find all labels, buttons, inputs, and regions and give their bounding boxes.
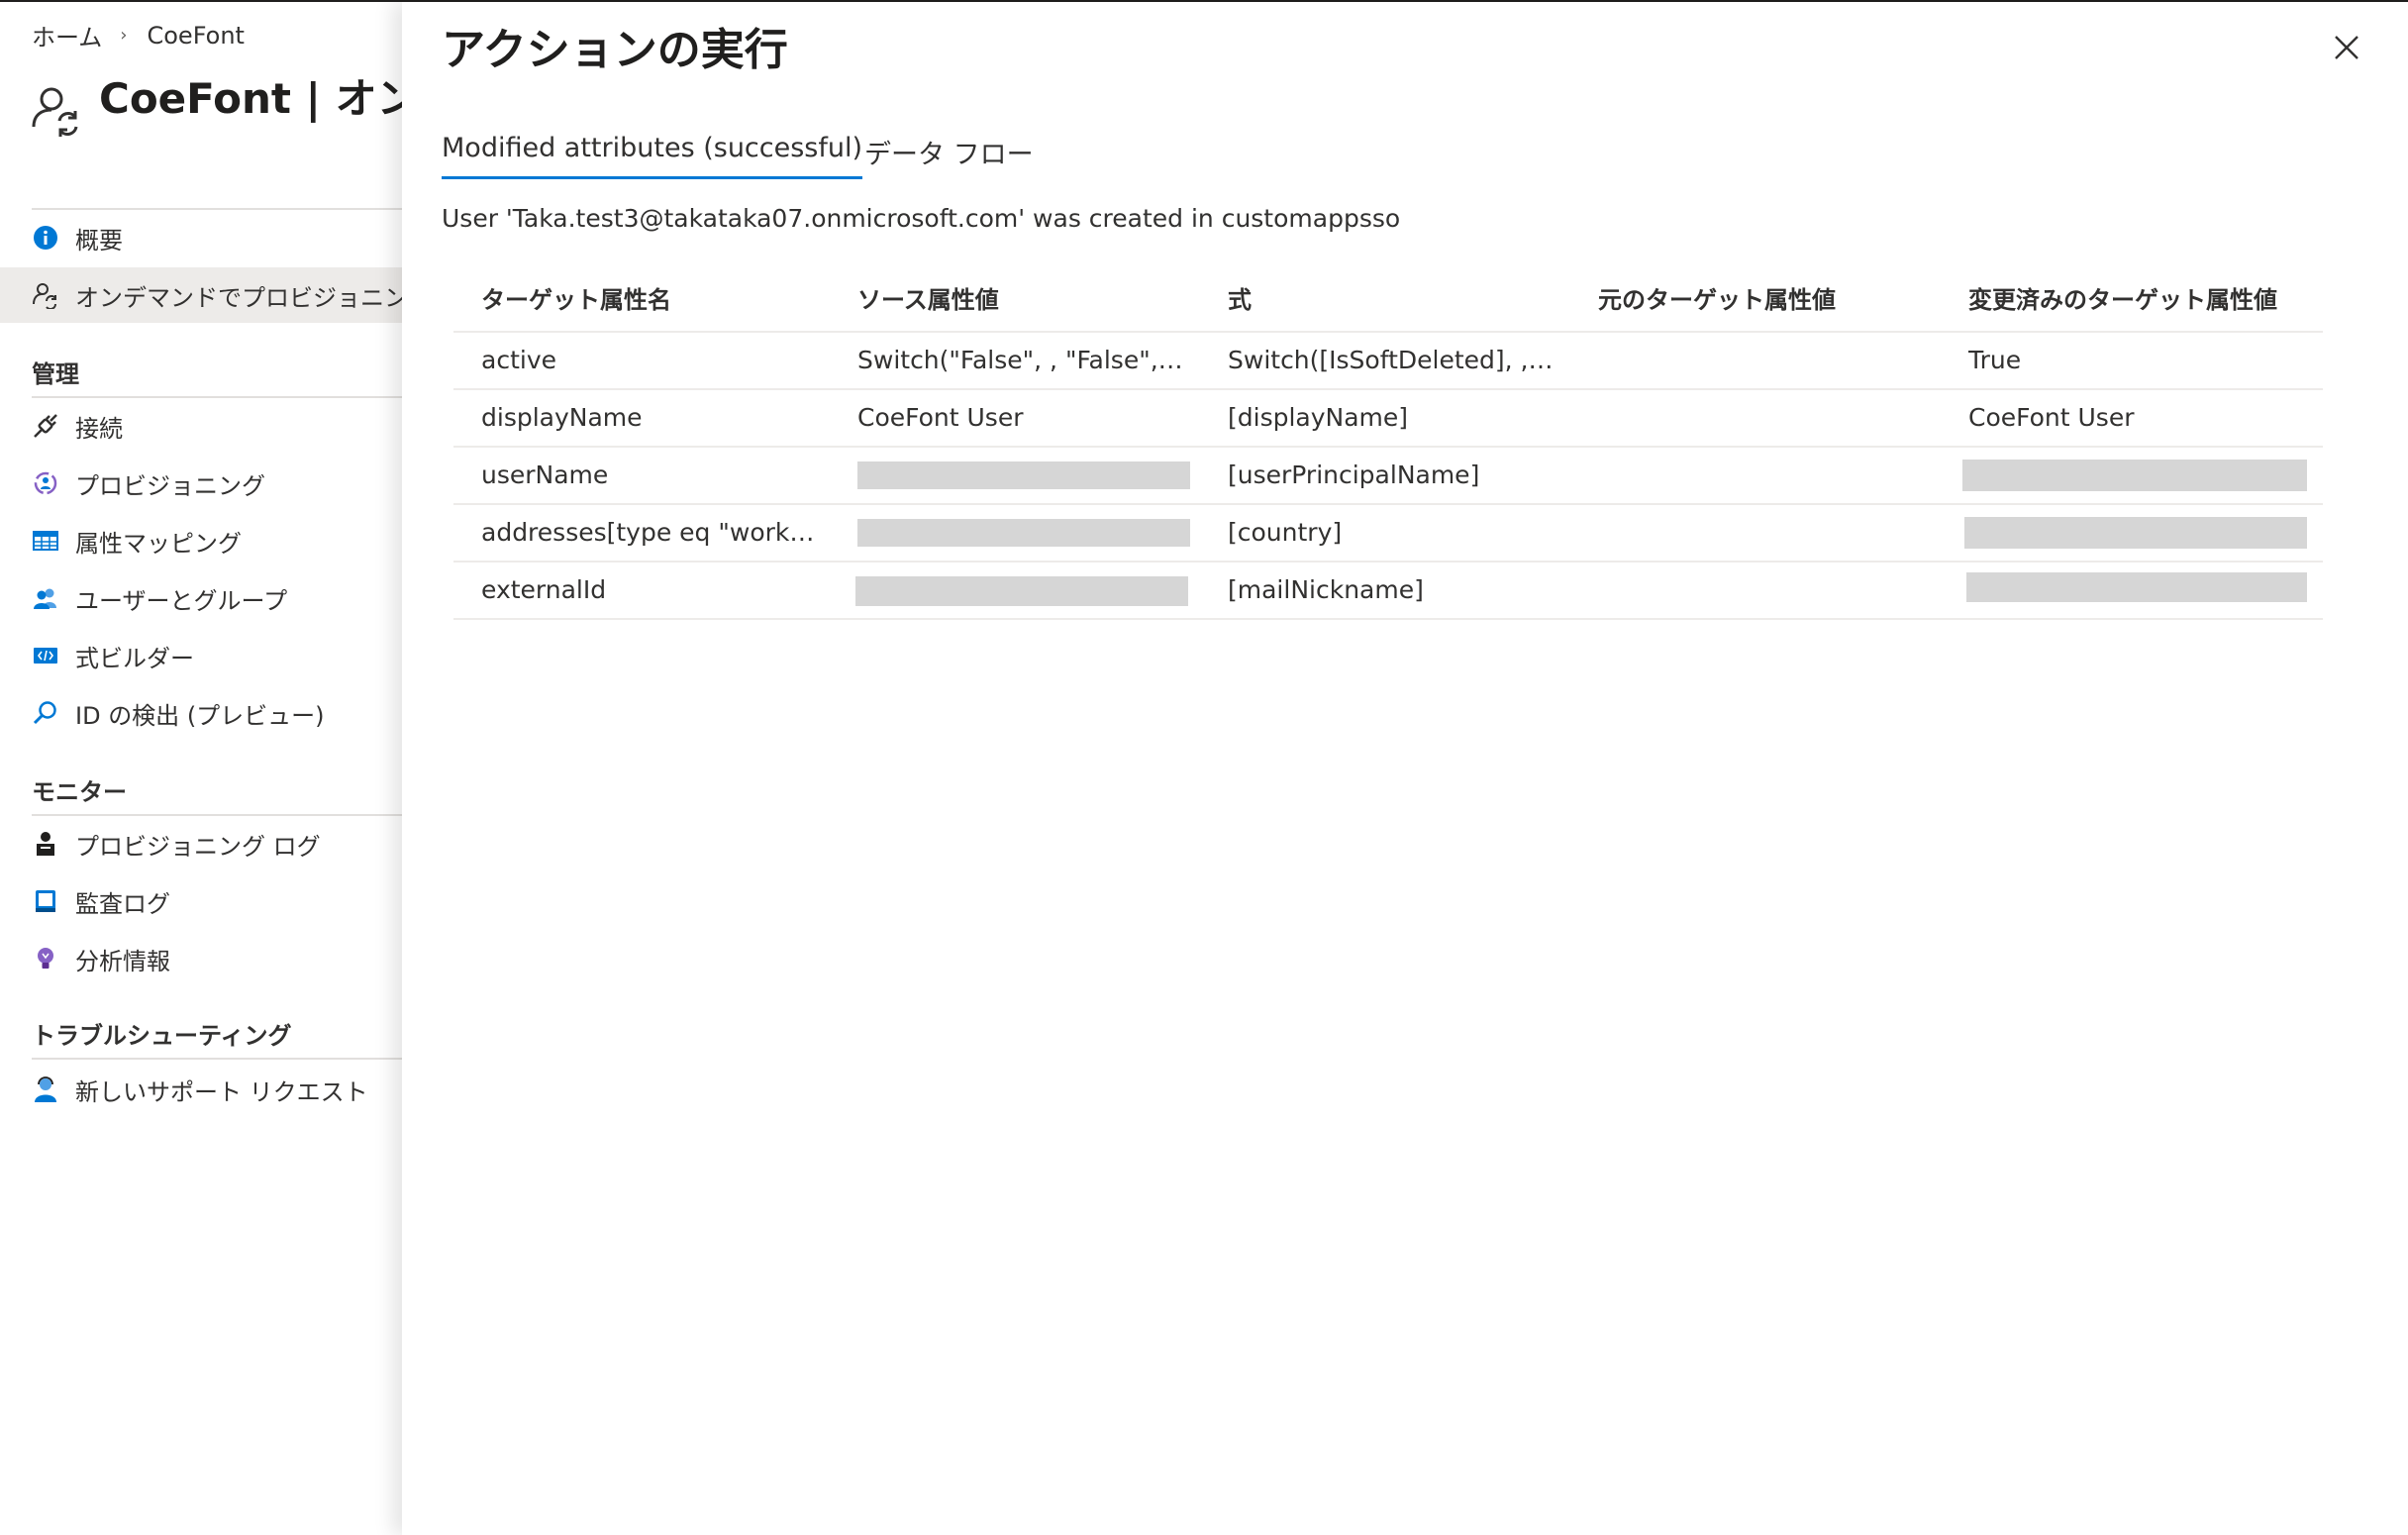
cell-source-value: Switch("False", , "False", "… [857, 346, 1184, 374]
blade-title: CoeFont | オンデ [99, 74, 402, 123]
attributes-table: ターゲット属性名 ソース属性値 式 元のターゲット属性値 変更済みのターゲット属… [453, 269, 2323, 620]
nav-group-manage: 管理 [32, 360, 79, 388]
nav-item-audit-logs[interactable]: 監査ログ [0, 873, 402, 929]
table-grid-icon [32, 527, 59, 555]
nav-item-label: 新しいサポート リクエスト [75, 1077, 368, 1106]
plug-icon [32, 412, 59, 440]
cell-modified-target-value: CoeFont User [1968, 403, 2135, 432]
cell-target-attribute: externalId [481, 575, 607, 604]
nav-item-label: 接続 [75, 414, 123, 443]
nav-group-monitor: モニター [32, 778, 127, 806]
table-row: addresses[type eq "work"]… [country] [453, 505, 2323, 563]
close-button[interactable] [2327, 28, 2366, 67]
user-sync-icon [32, 281, 59, 309]
nav-item-connect[interactable]: 接続 [0, 398, 402, 454]
cell-expression: [country] [1228, 518, 1343, 547]
cell-target-attribute: displayName [481, 403, 643, 432]
nav-item-id-discovery[interactable]: ID の検出 (プレビュー) [0, 685, 402, 741]
breadcrumb: ホーム › CoeFont [32, 18, 245, 52]
redacted-modified-value [1962, 460, 2307, 491]
cell-expression: Switch([IsSoftDeleted], , "… [1228, 346, 1555, 374]
redacted-modified-value [1964, 517, 2307, 549]
redacted-source-value [857, 461, 1190, 489]
breadcrumb-home[interactable]: ホーム [32, 18, 102, 52]
nav-item-on-demand-provisioning[interactable]: オンデマンドでプロビジョニング [0, 267, 402, 323]
panel-title: アクションの実行 [442, 25, 788, 75]
table-row: active Switch("False", , "False", "… Swi… [453, 333, 2323, 390]
table-row: userName [userPrincipalName] [453, 448, 2323, 505]
nav-item-label: 属性マッピング [75, 529, 242, 558]
cell-modified-target-value: True [1968, 346, 2022, 374]
column-header-expression[interactable]: 式 [1228, 269, 1555, 325]
nav-item-attribute-mapping[interactable]: 属性マッピング [0, 513, 402, 568]
nav-item-label: プロビジョニング ログ [75, 832, 321, 861]
cell-original-target-value [1598, 333, 1925, 388]
nav-item-users-groups[interactable]: ユーザーとグループ [0, 570, 402, 626]
nav-item-provisioning-logs[interactable]: プロビジョニング ログ [0, 816, 402, 871]
column-header-modified-target-value[interactable]: 変更済みのターゲット属性値 [1968, 269, 2305, 325]
nav-group-troubleshooting: トラブルシューティング [32, 1022, 292, 1050]
cell-source-value: CoeFont User [857, 403, 1024, 432]
info-icon [32, 224, 59, 252]
redacted-source-value [855, 576, 1188, 606]
cell-target-attribute: active [481, 346, 556, 374]
nav-item-label: ID の検出 (プレビュー) [75, 701, 325, 730]
nav-item-label: 概要 [75, 226, 123, 255]
nav-item-label: オンデマンドでプロビジョニング [75, 283, 402, 312]
table-header-row: ターゲット属性名 ソース属性値 式 元のターゲット属性値 変更済みのターゲット属… [453, 269, 2323, 333]
nav-item-overview[interactable]: 概要 [0, 210, 402, 265]
redacted-source-value [857, 519, 1190, 547]
cell-target-attribute: addresses[type eq "work"]… [481, 518, 822, 547]
cell-target-attribute: userName [481, 460, 609, 489]
result-message: User 'Taka.test3@takataka07.onmicrosoft.… [442, 204, 1401, 233]
support-person-icon [32, 1075, 59, 1103]
cell-expression: [displayName] [1228, 403, 1409, 432]
cell-original-target-value [1598, 390, 1925, 446]
user-sync-icon [32, 87, 78, 137]
nav-item-provisioning[interactable]: プロビジョニング [0, 456, 402, 511]
provisioning-icon [32, 469, 59, 497]
nav-item-label: プロビジョニング [75, 471, 265, 500]
users-icon [32, 584, 59, 612]
action-panel: アクションの実行 Modified attributes (successful… [402, 2, 2408, 1535]
column-header-target-attribute[interactable]: ターゲット属性名 [481, 269, 822, 325]
column-header-source-value[interactable]: ソース属性値 [857, 269, 1184, 325]
code-icon [32, 642, 59, 669]
close-icon [2335, 36, 2358, 59]
person-log-icon [32, 830, 59, 858]
nav-item-label: ユーザーとグループ [75, 586, 288, 615]
chevron-right-icon: › [120, 25, 128, 46]
table-row: displayName CoeFont User [displayName] C… [453, 390, 2323, 448]
breadcrumb-current[interactable]: CoeFont [147, 22, 244, 50]
tab-data-flow[interactable]: データ フロー [864, 133, 1034, 176]
nav-item-new-support-request[interactable]: 新しいサポート リクエスト [0, 1062, 402, 1117]
redacted-modified-value [1966, 572, 2307, 602]
table-row: externalId [mailNickname] [453, 563, 2323, 620]
search-icon [32, 699, 59, 727]
nav-item-label: 監査ログ [75, 889, 170, 918]
nav-item-label: 式ビルダー [75, 644, 194, 672]
nav-item-insights[interactable]: 分析情報 [0, 931, 402, 986]
lightbulb-icon [32, 945, 59, 972]
nav-divider [32, 1058, 402, 1060]
book-icon [32, 887, 59, 915]
nav-item-expression-builder[interactable]: 式ビルダー [0, 628, 402, 683]
nav-item-label: 分析情報 [75, 947, 170, 975]
column-header-original-target-value[interactable]: 元のターゲット属性値 [1598, 269, 1925, 325]
sidebar: ホーム › CoeFont CoeFont | オンデ 概要 オンデマンドでプロ… [0, 2, 402, 1535]
cell-expression: [mailNickname] [1228, 575, 1424, 604]
cell-expression: [userPrincipalName] [1228, 460, 1480, 489]
tab-modified-attributes[interactable]: Modified attributes (successful) [442, 133, 863, 179]
